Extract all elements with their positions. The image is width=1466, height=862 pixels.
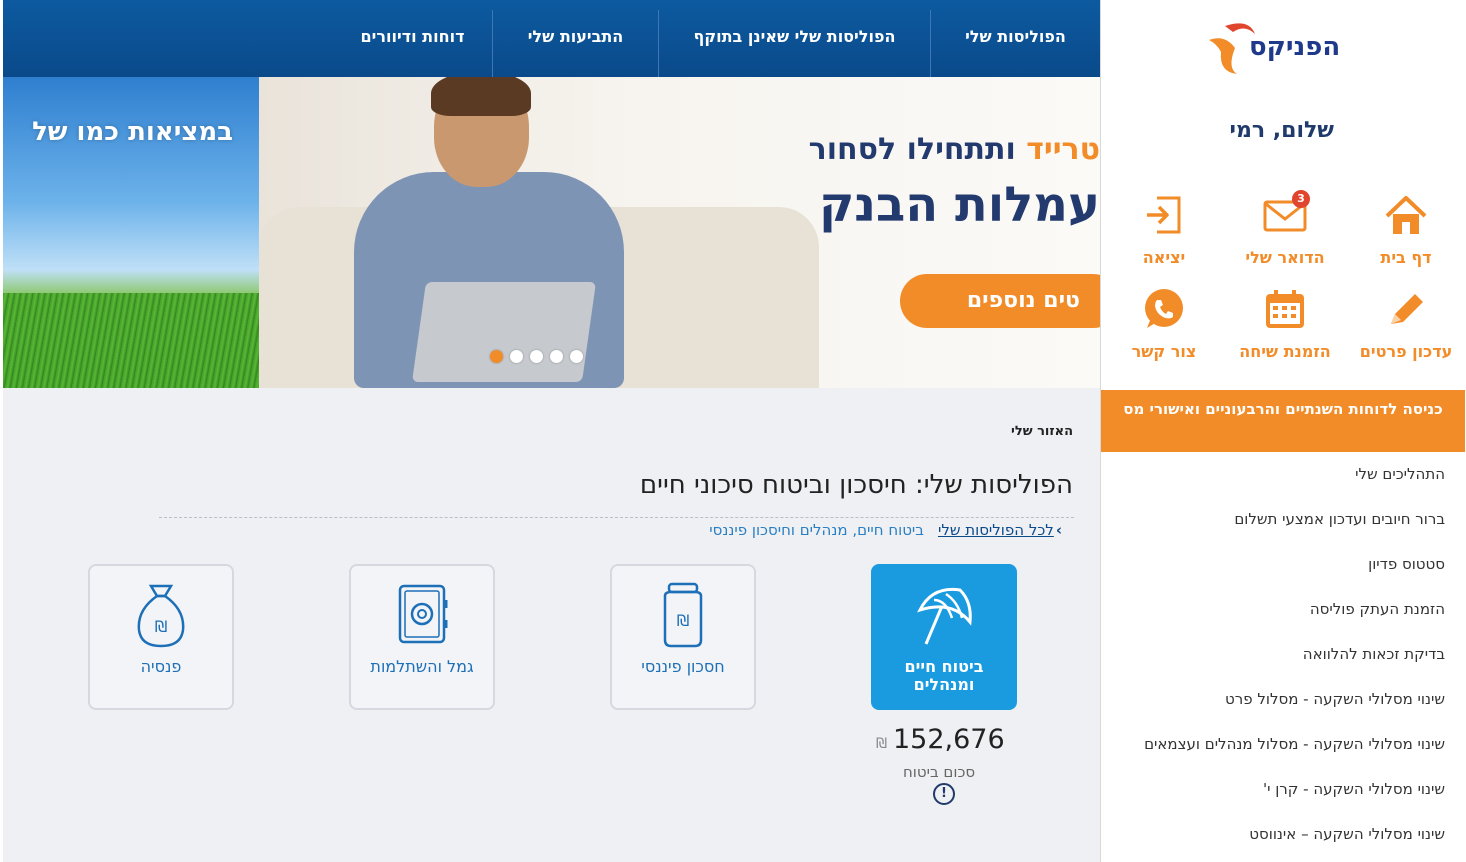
all-policies-link[interactable]: לכל הפוליסות שלי (938, 521, 1054, 539)
svg-text:₪: ₪ (155, 617, 168, 636)
quick-action-label: הדואר שלי (1245, 248, 1325, 267)
logout-icon (1147, 196, 1181, 234)
carousel-dot[interactable] (490, 350, 503, 363)
card-label: חסכון פיננסי (641, 657, 725, 676)
insured-amount-value: 152,676 (892, 724, 1005, 755)
app-root: הפוליסות שלי הפוליסות שלי שאינן בתוקף הת… (0, 0, 1466, 862)
logout-button[interactable]: יציאה (1109, 192, 1219, 272)
card-label: ביטוח חיים ומנהלים (904, 657, 984, 694)
my-mail-button[interactable]: 3 הדואר שלי (1230, 190, 1340, 272)
sidebar-item-my-processes[interactable]: התהליכים שלי (1101, 452, 1465, 497)
sidebar-item-redemption-status[interactable]: סטטוס פדיון (1101, 542, 1465, 587)
contact-us-button[interactable]: צור קשר (1109, 286, 1219, 366)
quick-action-label: יציאה (1142, 248, 1186, 267)
nav-divider (930, 10, 931, 77)
banner-main-slide: טרייד ותתחילו לסחור עמלות הבנק טים נוספי… (259, 77, 1100, 388)
sidebar-item-invest-private[interactable]: שינוי מסלולי השקעה - מסלול פרט (1101, 677, 1465, 722)
sidebar-item-invest-fund[interactable]: שינוי מסלולי השקעה - קרן י' (1101, 767, 1465, 812)
laptop-illustration (411, 282, 597, 382)
tab-inactive-policies[interactable]: הפוליסות שלי שאינן בתוקף (659, 0, 930, 77)
quick-action-label: עדכון פרטים (1359, 342, 1453, 361)
dashed-divider (159, 517, 1074, 518)
banner-big-headline: עמלות הבנק (818, 177, 1100, 233)
svg-text:₪: ₪ (677, 611, 690, 630)
insured-amount-label: סכום ביטוח (903, 763, 976, 781)
banner-headline-accent: טרייד (1026, 132, 1100, 167)
promo-banner[interactable]: במציאות כמו של טרייד ותתחילו לסחור עמלות… (3, 77, 1100, 388)
banner-side-image: במציאות כמו של (3, 77, 259, 388)
tab-my-claims[interactable]: התביעות שלי (493, 0, 658, 77)
sidebar: הפניקס שלום, רמי דף בית 3 הדואר שלי יציא… (1100, 0, 1466, 862)
umbrella-icon (917, 587, 972, 645)
card-label: גמל והשתלמות (370, 657, 474, 676)
sidebar-item-policy-copy[interactable]: הזמנת העתק פוליסה (1101, 587, 1465, 632)
banner-headline: טרייד ותתחילו לסחור (809, 132, 1100, 167)
card-pension[interactable]: ₪ פנסיה (88, 564, 234, 710)
card-life-insurance[interactable]: ביטוח חיים ומנהלים (871, 564, 1017, 710)
current-section-label: ביטוח חיים, מנהלים וחיסכון פיננסי (709, 521, 924, 539)
card-label: פנסיה (140, 657, 182, 676)
card-financial-savings[interactable]: ₪ חסכון פיננסי (610, 564, 756, 710)
tab-my-policies[interactable]: הפוליסות שלי (931, 0, 1100, 77)
sidebar-item-invest-managers[interactable]: שינוי מסלולי השקעה - מסלול מנהלים ועצמאי… (1101, 722, 1465, 767)
section-links: ›לכל הפוליסות שלי ביטוח חיים, מנהלים וחיס… (709, 521, 1062, 539)
logo-text: הפניקס (1249, 32, 1341, 62)
page-title: הפוליסות שלי: חיסכון וביטוח סיכוני חיים (639, 470, 1073, 500)
info-icon[interactable]: ! (933, 783, 955, 805)
carousel-dot[interactable] (550, 350, 563, 363)
safe-icon (398, 584, 448, 644)
carousel-dot[interactable] (530, 350, 543, 363)
phone-icon (1145, 289, 1183, 328)
insured-amount: ₪ 152,676 (876, 724, 1005, 755)
quick-action-label: דף בית (1380, 248, 1432, 267)
currency-symbol: ₪ (876, 736, 887, 752)
annual-reports-button[interactable]: כניסה לדוחות השנתיים והרבעוניים ואישורי … (1101, 390, 1465, 452)
tab-reports[interactable]: דוחות ודיוורים (333, 0, 492, 77)
chevron-left-icon: › (1055, 521, 1062, 539)
carousel-dot[interactable] (570, 350, 583, 363)
person-hair-illustration (431, 77, 531, 116)
sidebar-item-charges[interactable]: ברור חיובים ועדכון אמצעי תשלום (1101, 497, 1465, 542)
quick-action-label: הזמנת שיחה (1239, 342, 1331, 361)
sidebar-item-loan-eligibility[interactable]: בדיקת זכאות להלוואה (1101, 632, 1465, 677)
home-icon (1385, 196, 1427, 234)
sidebar-item-invest-invest[interactable]: שינוי מסלולי השקעה – אינווסט (1101, 812, 1465, 857)
top-navigation: הפוליסות שלי הפוליסות שלי שאינן בתוקף הת… (3, 0, 1100, 77)
breadcrumb[interactable]: האזור שלי (1011, 424, 1073, 439)
banner-cta-button[interactable]: טים נוספים (900, 274, 1100, 328)
pencil-icon (1391, 294, 1423, 324)
schedule-call-button[interactable]: הזמנת שיחה (1230, 286, 1340, 366)
user-greeting: שלום, רמי (1229, 118, 1334, 143)
banner-side-text: במציאות כמו של (32, 117, 233, 147)
savings-jar-icon: ₪ (663, 582, 703, 648)
carousel-dots (490, 348, 590, 364)
phoenix-logo[interactable]: הפניקס (1201, 18, 1371, 78)
update-details-button[interactable]: עדכון פרטים (1351, 286, 1461, 366)
home-button[interactable]: דף בית (1351, 192, 1461, 272)
carousel-dot[interactable] (510, 350, 523, 363)
main-content: האזור שלי הפוליסות שלי: חיסכון וביטוח סי… (3, 388, 1100, 862)
sidebar-menu: התהליכים שלי ברור חיובים ועדכון אמצעי תש… (1101, 452, 1465, 857)
nav-divider (492, 10, 493, 77)
banner-headline-rest: ותתחילו לסחור (808, 132, 1027, 167)
money-bag-icon: ₪ (137, 584, 185, 648)
quick-action-label: צור קשר (1131, 342, 1197, 361)
card-provident-fund[interactable]: גמל והשתלמות (349, 564, 495, 710)
grass-decoration (3, 293, 259, 388)
calendar-icon (1266, 290, 1304, 328)
nav-divider (658, 10, 659, 77)
unread-count-badge: 3 (1292, 190, 1310, 208)
